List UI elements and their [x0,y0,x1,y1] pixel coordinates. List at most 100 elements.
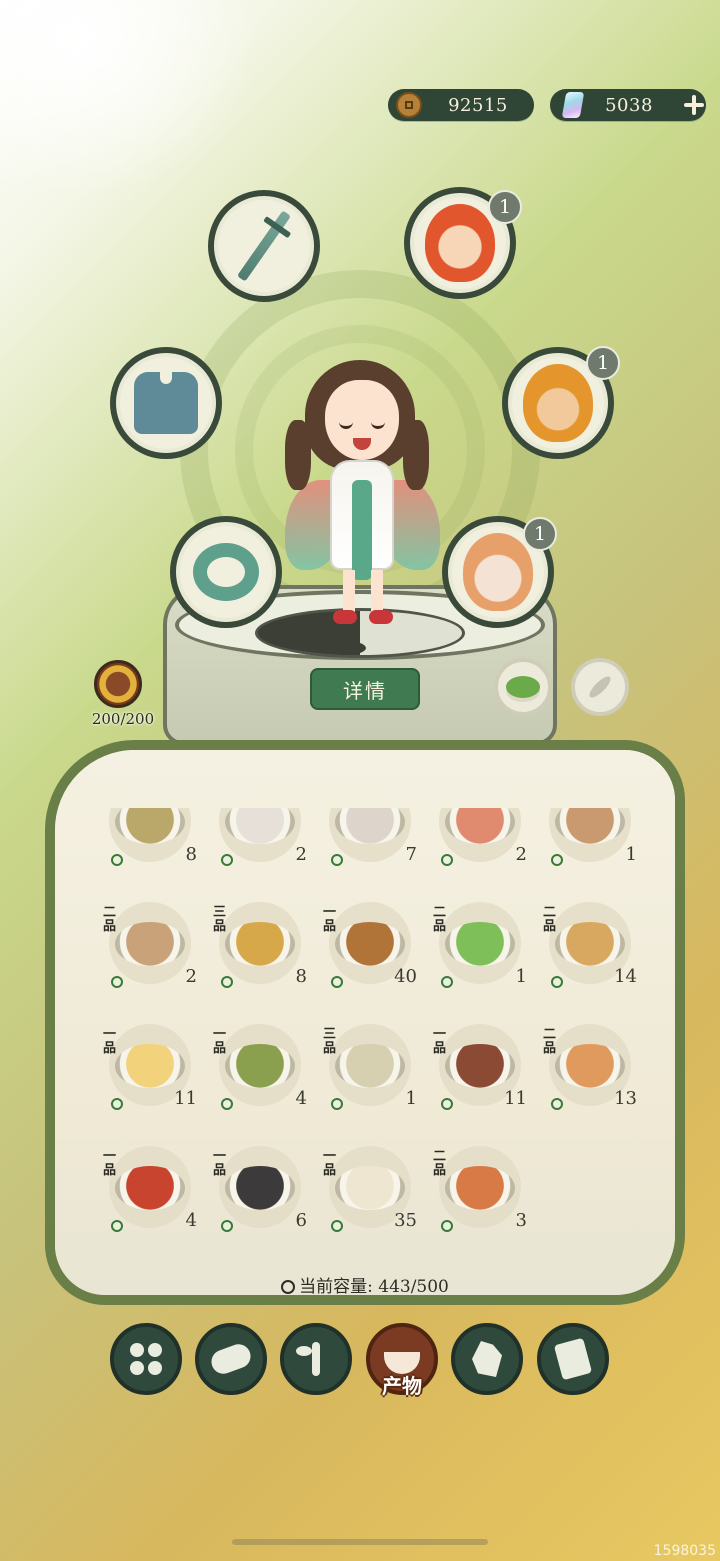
inventory-item[interactable]: 二品 2 [97,894,207,1016]
food-icon [445,1044,515,1088]
feather-filter-button[interactable] [571,658,629,716]
background-glow [0,0,260,200]
shoe-right [369,610,393,624]
item-count: 35 [394,1210,417,1231]
weapon-slot[interactable] [208,190,320,302]
food-icon [225,1166,295,1210]
item-grade: 三品 [213,905,227,934]
inventory-item[interactable]: 一品 40 [317,894,427,1016]
inventory-grid: 8 2 7 2 1 二品 2 三品 8 一品 40 二品 1 二品 14 一品 11 一品 4 三品 1 一品 11 二品 13… [97,808,647,1258]
inventory-item[interactable]: 二品 13 [537,1016,647,1138]
leaf-icon [441,1220,453,1232]
companion-3-badge: 1 [523,517,557,551]
inventory-item[interactable]: 一品 11 [427,1016,537,1138]
coin-counter: 92515 [388,89,534,121]
item-count: 2 [515,844,527,865]
leaf-icon [441,976,453,988]
capacity-label: 当前容量: 443/500 [55,1272,675,1295]
inventory-grid-viewport[interactable]: 8 2 7 2 1 二品 2 三品 8 一品 40 二品 1 二品 14 一品 11 一品 4 三品 1 一品 11 二品 13… [97,808,657,1258]
map-icon [472,1341,502,1377]
item-grade: 一品 [323,905,337,934]
inventory-item[interactable]: 二品 3 [427,1138,537,1258]
food-icon [115,1166,185,1210]
armor-slot[interactable] [110,347,222,459]
fire-hero-portrait [425,204,495,282]
leaf-icon [221,1098,233,1110]
item-grade: 一品 [433,1027,447,1056]
inventory-item[interactable]: 2 [207,808,317,894]
inventory-item[interactable]: 二品 14 [537,894,647,1016]
leaf-icon [221,854,233,866]
item-count: 40 [394,966,417,987]
inventory-item[interactable]: 三品 8 [207,894,317,1016]
tab-materials[interactable] [195,1323,267,1395]
watermark: 1598035 [653,1543,716,1559]
inventory-item[interactable]: 二品 1 [427,894,537,1016]
leaf-icon [111,976,123,988]
item-count: 13 [614,1088,637,1109]
food-icon [115,1044,185,1088]
item-grade: 二品 [433,1149,447,1178]
item-count: 11 [174,1088,197,1109]
capacity-icon [281,1280,296,1294]
inventory-item[interactable]: 一品 6 [207,1138,317,1258]
inventory-item[interactable]: 2 [427,808,537,894]
leaf-icon [551,1098,563,1110]
sprout-icon [296,1342,320,1376]
tab-products-label: 产物 [382,1374,422,1398]
food-icon [555,1044,625,1088]
inventory-item[interactable]: 8 [97,808,207,894]
item-grade: 二品 [543,905,557,934]
food-icon [335,1166,405,1210]
leaf-icon [111,1220,123,1232]
leaf-icon [551,976,563,988]
inventory-item[interactable]: 7 [317,808,427,894]
leaf-icon [551,854,563,866]
monkey-king-portrait [523,364,593,442]
item-grade: 一品 [213,1027,227,1056]
feather-icon [586,673,614,701]
inventory-item[interactable]: 一品 35 [317,1138,427,1258]
stamina-icon [94,660,142,708]
scroll-icon [553,1337,593,1381]
item-count: 11 [504,1088,527,1109]
tab-overview[interactable] [110,1323,182,1395]
leaf-icon [111,1098,123,1110]
tab-herbs[interactable] [280,1323,352,1395]
tab-scrolls[interactable] [537,1323,609,1395]
item-count: 14 [614,966,637,987]
accessory-slot[interactable] [170,516,282,628]
food-filter-button[interactable] [494,658,552,716]
coin-icon [396,92,422,118]
inventory-item[interactable]: 一品 11 [97,1016,207,1138]
item-count: 1 [405,1088,417,1109]
food-icon [335,922,405,966]
leaf-icon [441,854,453,866]
leaf-icon [331,854,343,866]
tab-map[interactable] [451,1323,523,1395]
hair-twintail-right [403,420,429,490]
detail-button[interactable]: 详情 [310,668,420,710]
shoe-left [333,610,357,624]
stamina-indicator[interactable]: 200/200 [91,660,155,732]
leaf-icon [331,1220,343,1232]
add-gems-button[interactable] [676,88,710,122]
home-indicator[interactable] [232,1539,488,1545]
companion-1-badge: 1 [488,190,522,224]
food-icon [115,922,185,966]
item-grade: 三品 [323,1027,337,1056]
character-avatar[interactable] [285,360,440,640]
item-count: 2 [295,844,307,865]
item-count: 8 [295,966,307,987]
food-icon [445,1166,515,1210]
inventory-item[interactable]: 一品 4 [97,1138,207,1258]
inventory-item[interactable]: 一品 4 [207,1016,317,1138]
leaf-icon [221,976,233,988]
sword-icon [236,210,292,282]
inventory-item[interactable]: 1 [537,808,647,894]
sage-portrait [463,533,533,611]
food-icon [445,922,515,966]
inventory-item[interactable]: 三品 1 [317,1016,427,1138]
gem-amount: 5038 [605,94,653,116]
food-icon [225,922,295,966]
